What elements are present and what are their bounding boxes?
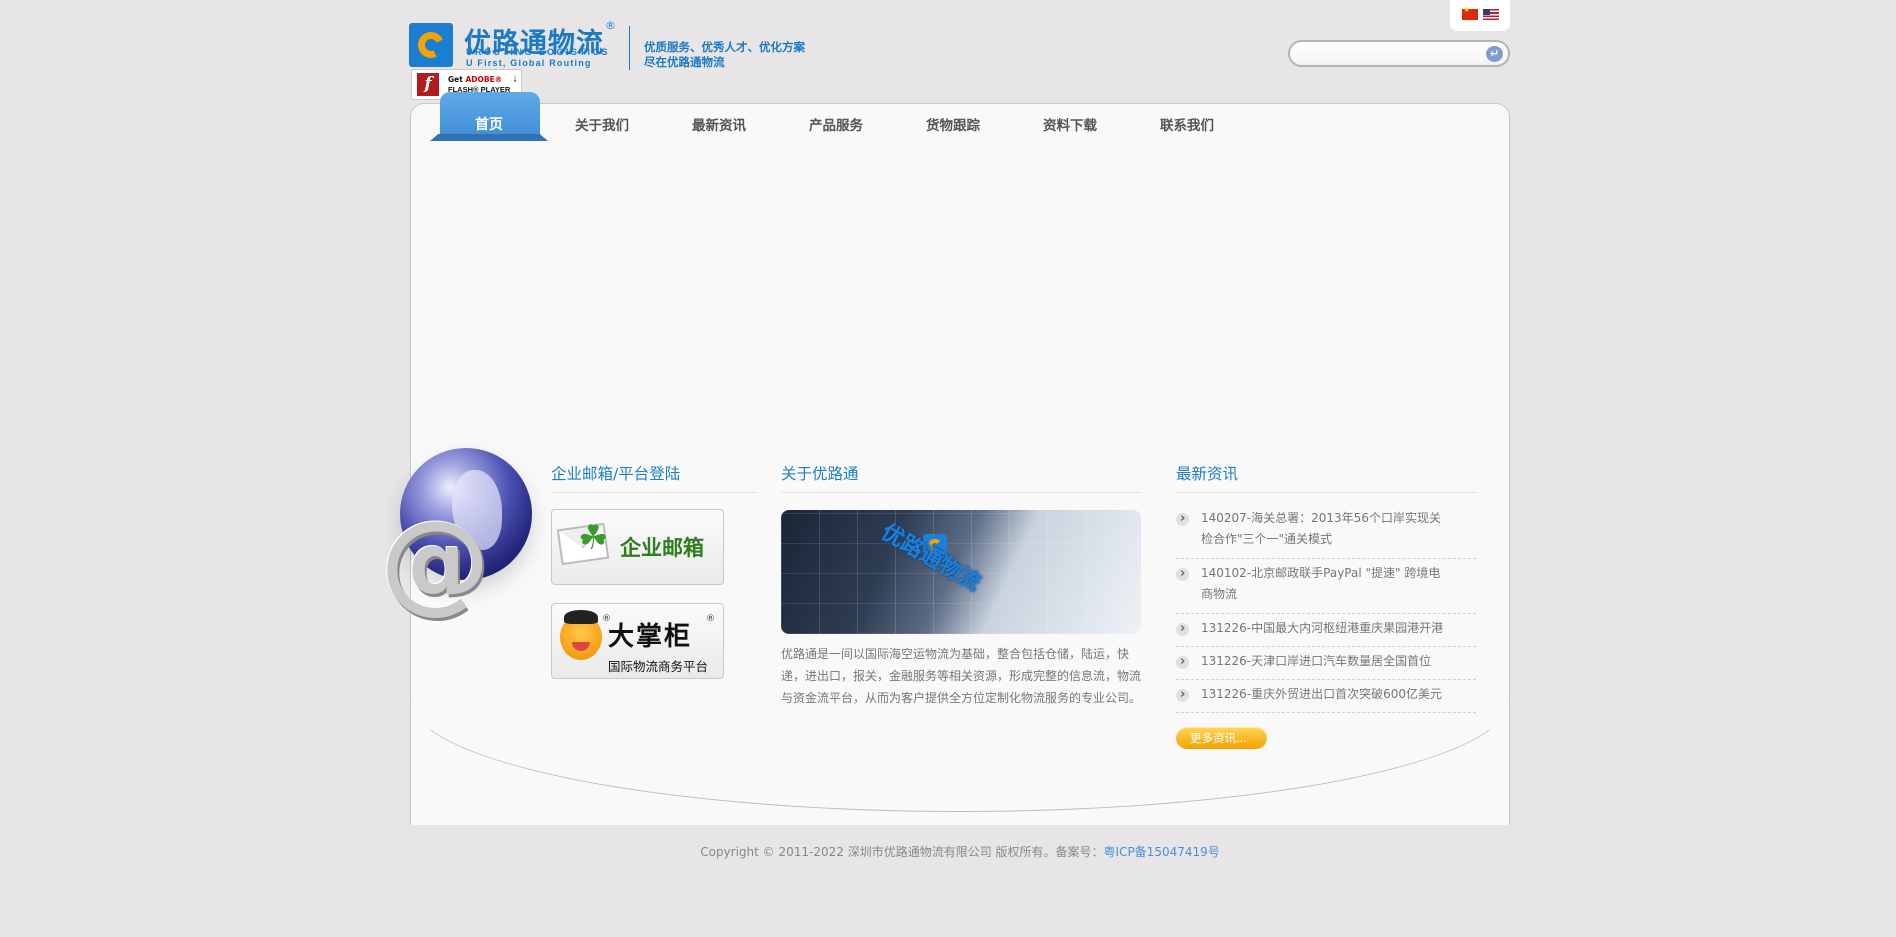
dazhanggui-subtitle: 国际物流商务平台 <box>608 659 709 674</box>
enterprise-mail-label: 企业邮箱 <box>620 536 704 560</box>
bullet-arrow-icon <box>1176 618 1189 639</box>
bullet-arrow-icon <box>1176 651 1189 672</box>
slogan-divider <box>629 26 630 70</box>
reg-mark: ® <box>706 614 715 624</box>
nav-item-home[interactable]: 首页 <box>430 92 548 141</box>
reg-mark: ® <box>602 614 611 624</box>
nav-item-about[interactable]: 关于我们 <box>575 114 629 134</box>
nav-item-downloads[interactable]: 资料下载 <box>1043 114 1097 134</box>
logo-icon <box>409 23 453 67</box>
news-item[interactable]: 131226-重庆外贸进出口首次突破600亿美元 <box>1176 684 1476 705</box>
news-item[interactable]: 140102-北京邮政联手PayPal "提速" 跨境电商物流 <box>1176 563 1476 605</box>
news-divider <box>1176 679 1476 680</box>
flash-get-text: Get <box>448 75 463 84</box>
news-item[interactable]: 131226-天津口岸进口汽车数量居全国首位 <box>1176 651 1476 672</box>
nav-item-tracking[interactable]: 货物跟踪 <box>926 114 980 134</box>
us-flag-icon[interactable] <box>1483 9 1499 20</box>
about-section-title: 关于优路通 <box>781 465 859 483</box>
globe-at-icon: @ <box>380 448 540 628</box>
copyright-text: Copyright © 2011-2022 深圳市优路通物流有限公司 版权所有。… <box>700 845 1104 859</box>
news-section-title: 最新资讯 <box>1176 465 1239 483</box>
news-divider <box>1176 558 1476 559</box>
company-building-image[interactable]: 优路通物流 <box>781 510 1141 634</box>
news-divider <box>1176 613 1476 614</box>
enterprise-mail-button[interactable]: ☘ 企业邮箱 <box>551 509 724 585</box>
search-input[interactable] <box>1300 45 1474 64</box>
news-item-text: 131226-重庆外贸进出口首次突破600亿美元 <box>1201 687 1443 701</box>
news-item-text: 131226-天津口岸进口汽车数量居全国首位 <box>1201 654 1432 668</box>
news-item-text: 140207-海关总署：2013年56个口岸实现关检合作"三个一"通关模式 <box>1201 511 1441 546</box>
nav-item-contact[interactable]: 联系我们 <box>1160 114 1214 134</box>
download-arrow-icon: 🠗 <box>513 75 517 85</box>
logo-tagline: U First, Global Routing <box>466 58 592 68</box>
search-enter-icon[interactable]: ↵ <box>1486 46 1503 62</box>
bullet-arrow-icon <box>1176 684 1189 705</box>
dazhanggui-platform-button[interactable]: 大掌柜 ® ® 国际物流商务平台 <box>551 603 724 679</box>
slogan-line-1: 优质服务、优秀人才、优化方案 <box>644 40 805 54</box>
logo-reg-mark: ® <box>605 19 616 32</box>
news-item[interactable]: 131226-中国最大内河枢纽港重庆果园港开港 <box>1176 618 1476 639</box>
slogan-line-2: 尽在优路通物流 <box>644 55 725 69</box>
more-news-button[interactable]: 更多资讯... <box>1176 727 1267 749</box>
bullet-arrow-icon <box>1176 563 1189 584</box>
news-divider <box>1176 646 1476 647</box>
nav-item-news[interactable]: 最新资讯 <box>692 114 746 134</box>
news-divider <box>1176 712 1476 713</box>
news-item[interactable]: 140207-海关总署：2013年56个口岸实现关检合作"三个一"通关模式 <box>1176 508 1476 550</box>
dazhanggui-title: 大掌柜 <box>608 622 693 652</box>
login-section-title: 企业邮箱/平台登陆 <box>551 465 681 483</box>
nav-item-services[interactable]: 产品服务 <box>809 114 863 134</box>
nav-item-label: 首页 <box>475 117 503 133</box>
divider <box>551 492 756 493</box>
bullet-arrow-icon <box>1176 508 1189 529</box>
site-logo[interactable]: 优路通物流 ® UROUTING LOGISTICS U First, Glob… <box>409 19 616 71</box>
search-box: ↵ <box>1288 40 1510 67</box>
cn-flag-icon[interactable] <box>1462 5 1478 20</box>
flash-brand-text: ADOBE® <box>465 75 503 84</box>
about-text: 优路通是一间以国际海空运物流为基础，整合包括仓储，陆运，快递，进出口，报关，金融… <box>781 647 1142 705</box>
mascot-icon <box>560 610 602 660</box>
divider <box>781 492 1141 493</box>
logo-en-text: UROUTING LOGISTICS <box>466 47 610 57</box>
icp-link[interactable]: 粤ICP备15047419号 <box>1104 845 1220 859</box>
divider <box>1176 492 1476 493</box>
language-switcher <box>1450 0 1510 31</box>
footer: Copyright © 2011-2022 深圳市优路通物流有限公司 版权所有。… <box>0 843 1896 860</box>
news-item-text: 131226-中国最大内河枢纽港重庆果园港开港 <box>1201 621 1444 635</box>
news-item-text: 140102-北京邮政联手PayPal "提速" 跨境电商物流 <box>1201 566 1441 601</box>
